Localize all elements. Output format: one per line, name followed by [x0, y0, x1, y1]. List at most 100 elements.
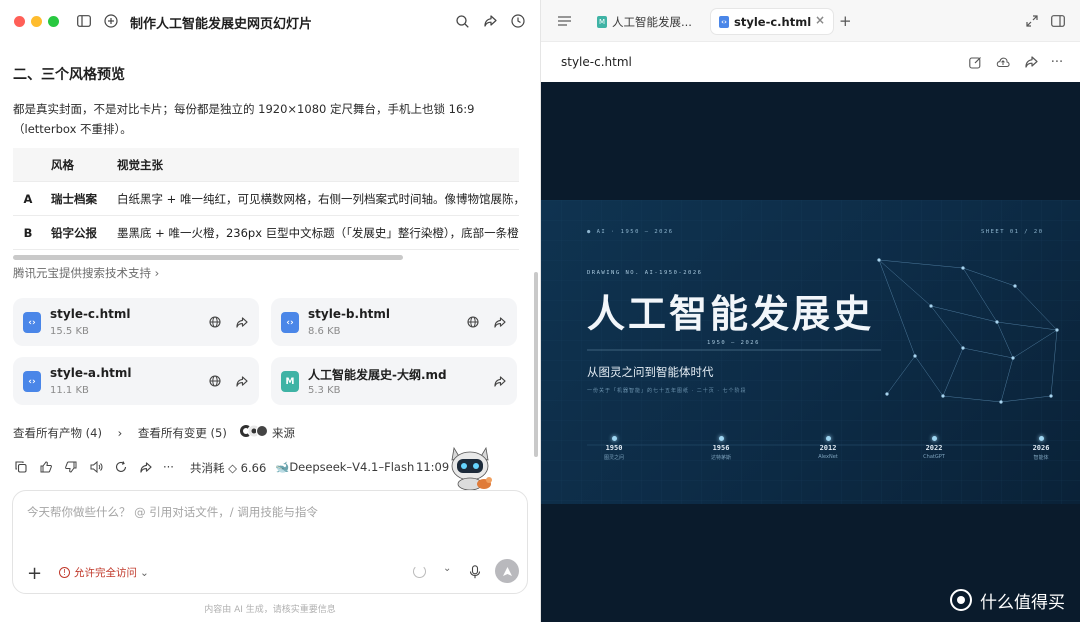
- share-icon[interactable]: [1023, 54, 1039, 70]
- zoom-window-button[interactable]: [48, 16, 59, 27]
- timeline-dot: [611, 436, 617, 441]
- globe-icon[interactable]: [465, 314, 481, 330]
- table-horizontal-scrollbar[interactable]: [13, 255, 403, 260]
- table-header-cell: 风格: [51, 157, 74, 172]
- timeline-year: 1950: [605, 444, 623, 452]
- add-attachment-icon[interactable]: +: [27, 563, 42, 584]
- timeline-year: 1956: [712, 444, 730, 452]
- more-icon[interactable]: ···: [163, 460, 174, 474]
- file-size: 8.6 KB: [308, 326, 341, 337]
- slide-title: 人工智能发展史: [587, 291, 875, 336]
- upload-icon[interactable]: [995, 54, 1011, 70]
- new-chat-icon[interactable]: [102, 12, 120, 30]
- menu-icon[interactable]: [555, 12, 573, 30]
- share-icon[interactable]: [492, 373, 508, 389]
- timeline-label: 图灵之问: [603, 455, 624, 461]
- tab-style-c[interactable]: ‹› style-c.html ×: [711, 9, 833, 34]
- timeline-label: 智能体: [1033, 455, 1049, 461]
- share-icon[interactable]: [138, 459, 154, 475]
- share-icon[interactable]: [492, 314, 508, 330]
- share-icon[interactable]: [481, 12, 499, 30]
- all-changes-link[interactable]: 查看所有变更 (5) ›: [138, 426, 247, 440]
- html-file-icon: ‹›: [23, 312, 41, 333]
- tab-label: style-c.html: [734, 14, 812, 29]
- info-icon: !: [59, 567, 70, 578]
- tab-outline-md[interactable]: M 人工智能发展...: [589, 9, 699, 34]
- globe-icon[interactable]: [207, 314, 223, 330]
- slide-range: 1950 — 2026: [707, 340, 760, 346]
- thumbs-down-icon[interactable]: [63, 459, 79, 475]
- chat-pane: 制作人工智能发展史网页幻灯片 二、三个风格预览 都是真实封面，不是对比卡片；每份…: [0, 0, 540, 622]
- table-header-row: 风格 视觉主张: [13, 148, 519, 182]
- timeline-year: 2022: [925, 444, 943, 452]
- file-name: style-b.html: [308, 307, 390, 321]
- share-icon[interactable]: [234, 373, 250, 389]
- send-button[interactable]: [495, 559, 519, 583]
- globe-icon[interactable]: [207, 373, 223, 389]
- composer-placeholder[interactable]: 今天帮你做些什么？ @ 引用对话文件，/ 调用技能与指令: [27, 504, 318, 520]
- search-provider-link[interactable]: 腾讯元宝提供搜索技术支持 ›: [13, 265, 159, 281]
- all-artifacts-link[interactable]: 查看所有产物 (4) ›: [13, 426, 122, 440]
- preview-pane: M 人工智能发展... ‹› style-c.html × + style-c.…: [540, 0, 1080, 622]
- artifact-links: 查看所有产物 (4) › 查看所有变更 (5) ›: [13, 425, 259, 441]
- edit-icon[interactable]: [967, 54, 983, 70]
- regenerate-icon[interactable]: [113, 459, 129, 475]
- loading-spinner-icon: [413, 565, 426, 578]
- slide-sheet-label: SHEET 01 / 20: [981, 229, 1044, 235]
- slide-drawing-number: DRAWING NO. AI-1950-2026: [587, 270, 703, 276]
- panel-toggle-icon[interactable]: [1049, 12, 1067, 30]
- chevron-right-icon: ›: [154, 266, 160, 280]
- all-artifacts-label: 查看所有产物 (4): [13, 426, 102, 440]
- source-avatars-icon[interactable]: [240, 424, 268, 438]
- slide-cover[interactable]: ● AI · 1950 — 2026 SHEET 01 / 20 DRAWING…: [541, 200, 1080, 504]
- file-name: style-c.html: [50, 307, 131, 321]
- file-card[interactable]: ‹› style-a.html 11.1 KB: [13, 357, 259, 405]
- message-composer[interactable]: 今天帮你做些什么？ @ 引用对话文件，/ 调用技能与指令 + ! 允许完全访问 …: [12, 490, 528, 594]
- message-action-row: ··· 共消耗 ◇ 6.66 🐋Deepseek–V4.1–Flash 11:0…: [13, 458, 453, 476]
- ai-disclaimer: 内容由 AI 生成，请核实重要信息: [204, 605, 336, 615]
- timeline-label: 达特茅斯: [710, 455, 731, 461]
- microphone-icon[interactable]: [469, 565, 481, 579]
- chat-scrollbar[interactable]: [534, 272, 538, 457]
- minimize-window-button[interactable]: [31, 16, 42, 27]
- permission-dropdown[interactable]: ! 允许完全访问 ⌄: [59, 565, 149, 580]
- table-cell: 铅字公报: [51, 225, 97, 240]
- robot-mascot-icon: [446, 444, 498, 492]
- new-tab-button[interactable]: +: [839, 12, 852, 30]
- message-time: 11:09: [416, 460, 450, 474]
- file-card[interactable]: ‹› style-b.html 8.6 KB: [271, 298, 517, 346]
- html-file-icon: ‹›: [719, 15, 729, 28]
- file-card[interactable]: M 人工智能发展史-大纲.md 5.3 KB: [271, 357, 517, 405]
- search-icon[interactable]: [453, 12, 471, 30]
- html-file-icon: ‹›: [281, 312, 299, 333]
- all-changes-label: 查看所有变更 (5): [137, 426, 227, 440]
- copy-icon[interactable]: [13, 459, 29, 475]
- watermark-text: 什么值得买: [980, 592, 1065, 613]
- timeline-dot: [931, 436, 937, 441]
- source-link[interactable]: 来源: [272, 425, 295, 441]
- share-icon[interactable]: [234, 314, 250, 330]
- close-tab-icon[interactable]: ×: [815, 13, 825, 27]
- table-header-cell: 视觉主张: [117, 157, 163, 172]
- timeline-label: ChatGPT: [923, 454, 945, 460]
- table-cell: A: [23, 191, 33, 206]
- title-bar: 制作人工智能发展史网页幻灯片: [0, 0, 540, 44]
- section-heading: 二、三个风格预览: [13, 67, 125, 83]
- file-size: 15.5 KB: [50, 326, 89, 337]
- file-size: 11.1 KB: [50, 385, 89, 396]
- table-cell: 瑞士档案: [51, 191, 97, 206]
- file-size: 5.3 KB: [308, 385, 341, 396]
- style-table: 风格 视觉主张 A 瑞士档案 白纸黑字 + 唯一纯红，可见横数网格，右侧一列档案…: [13, 148, 519, 250]
- sidebar-toggle-icon[interactable]: [75, 12, 93, 30]
- table-cell: B: [23, 225, 33, 240]
- expand-icon[interactable]: [1023, 12, 1041, 30]
- more-icon[interactable]: ···: [1049, 54, 1065, 70]
- close-window-button[interactable]: [14, 16, 25, 27]
- table-cell: 墨黑底 + 唯一火橙，236px 巨型中文标题（「发展史」整行染橙），底部一条橙: [117, 225, 519, 240]
- chevron-down-icon[interactable]: ⌄: [443, 563, 451, 574]
- file-name: 人工智能发展史-大纲.md: [308, 368, 447, 382]
- speaker-icon[interactable]: [88, 459, 104, 475]
- thumbs-up-icon[interactable]: [38, 459, 54, 475]
- history-icon[interactable]: [509, 12, 527, 30]
- file-card[interactable]: ‹› style-c.html 15.5 KB: [13, 298, 259, 346]
